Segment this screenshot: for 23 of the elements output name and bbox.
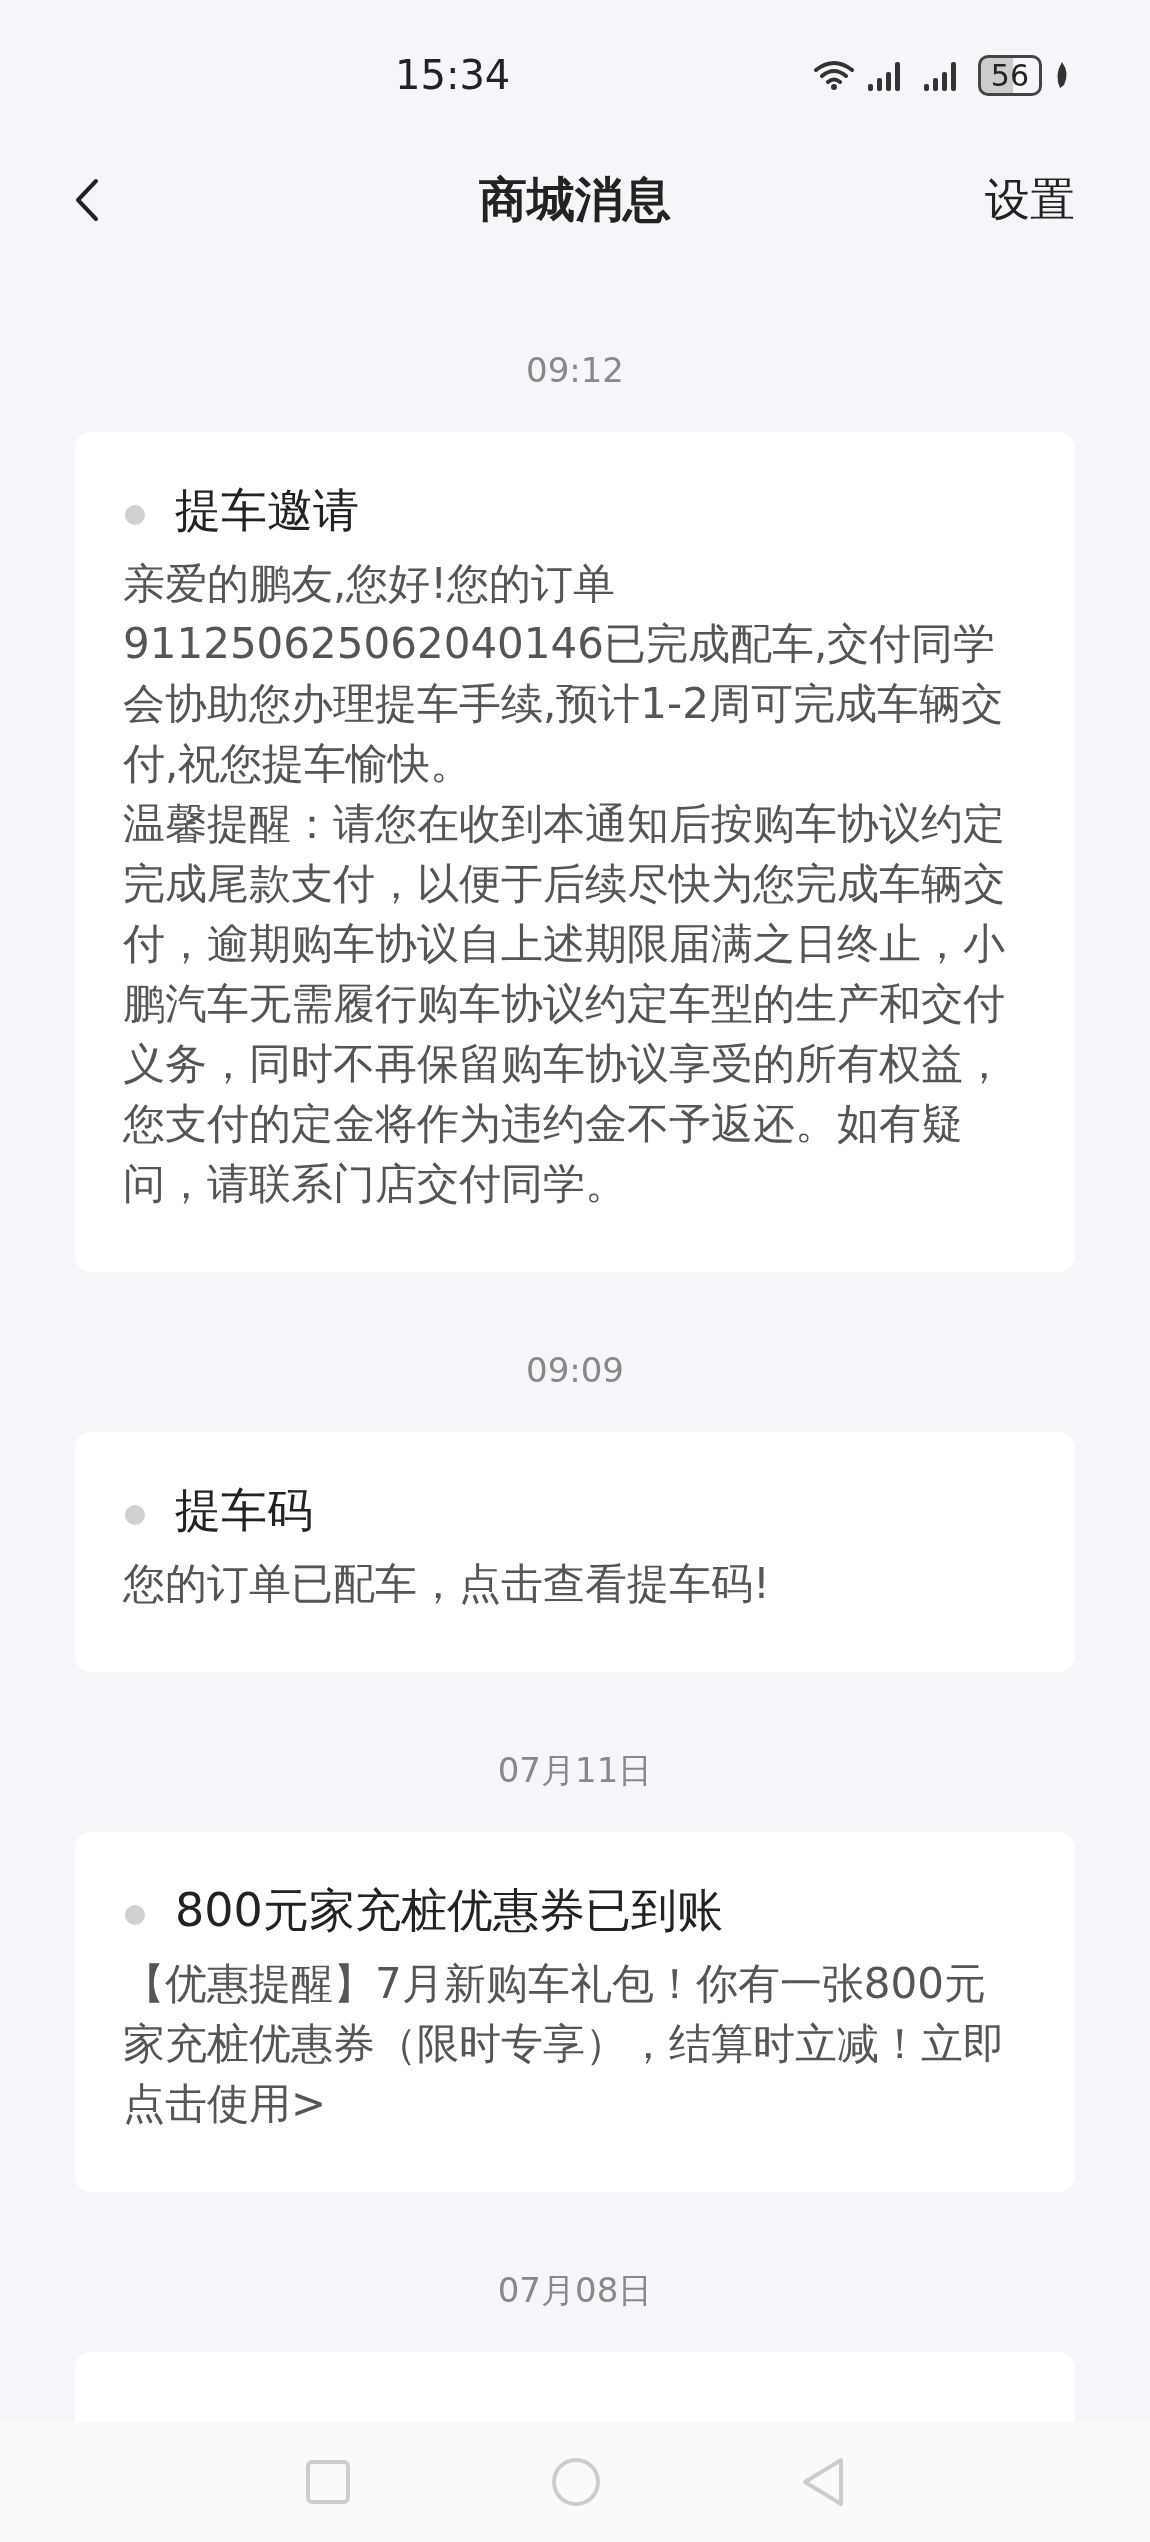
message-title: 800元家充桩优惠券已到账: [175, 1882, 723, 1939]
message-card[interactable]: [75, 432, 1075, 1272]
home-icon[interactable]: [551, 2457, 601, 2507]
page-title: 商城消息: [479, 170, 671, 229]
message-title: 提车邀请: [175, 482, 359, 539]
message-time: 09:12: [525, 349, 625, 392]
status-time: 15:34: [395, 52, 511, 98]
message-text: 【优惠提醒】7月新购车礼包！你有一张800元家充桩优惠券（限时专享），结算时立减！立即点击使用>: [123, 1958, 1006, 2130]
battery-level: 56: [977, 54, 1042, 96]
back-button[interactable]: [75, 178, 99, 222]
message-text: 温馨提醒：请您在收到本通知后按购车协议约定完成尾款支付，以便于后续尽快为您完成车辆交付，逾期购车协议自上述期限届满之日终止，小鹏汽车无需履行购车协议约定车型的生产和交付义务，同时不再保留购车协议享受的所有权益，您支付的定金将作为违约金不予返还。如有疑问，请联系门店交付同学。: [123, 798, 1006, 1210]
message-text: 您的订单已配车，点击查看提车码!: [123, 1558, 771, 1610]
message-time: 07月11日: [496, 1749, 654, 1792]
recent-apps-icon[interactable]: [305, 2459, 351, 2505]
message-card[interactable]: 800元家充桩优惠券已到账 【优惠提醒】7月新购车礼包！你有一张800元家充桩优惠券（限时专享），结算时立减！立即点击使用>: [75, 1832, 1075, 2192]
message-text: 亲爱的鹏友,您好!您的订单911250625062040146已完成配车,交付同学会协助您办理提车手续,预计1-2周可完成车辆交付,祝您提车愉快。: [123, 558, 1004, 790]
message-card[interactable]: 提车码 您的订单已配车，点击查看提车码!: [75, 1432, 1075, 1672]
message-time: 07月08日: [496, 2269, 654, 2312]
message-time: 09:09: [525, 1349, 625, 1392]
wifi-icon: [813, 60, 854, 90]
settings-button[interactable]: 设置: [985, 170, 1075, 230]
message-title: 提车码: [175, 1482, 313, 1539]
back-icon[interactable]: [801, 2457, 845, 2507]
